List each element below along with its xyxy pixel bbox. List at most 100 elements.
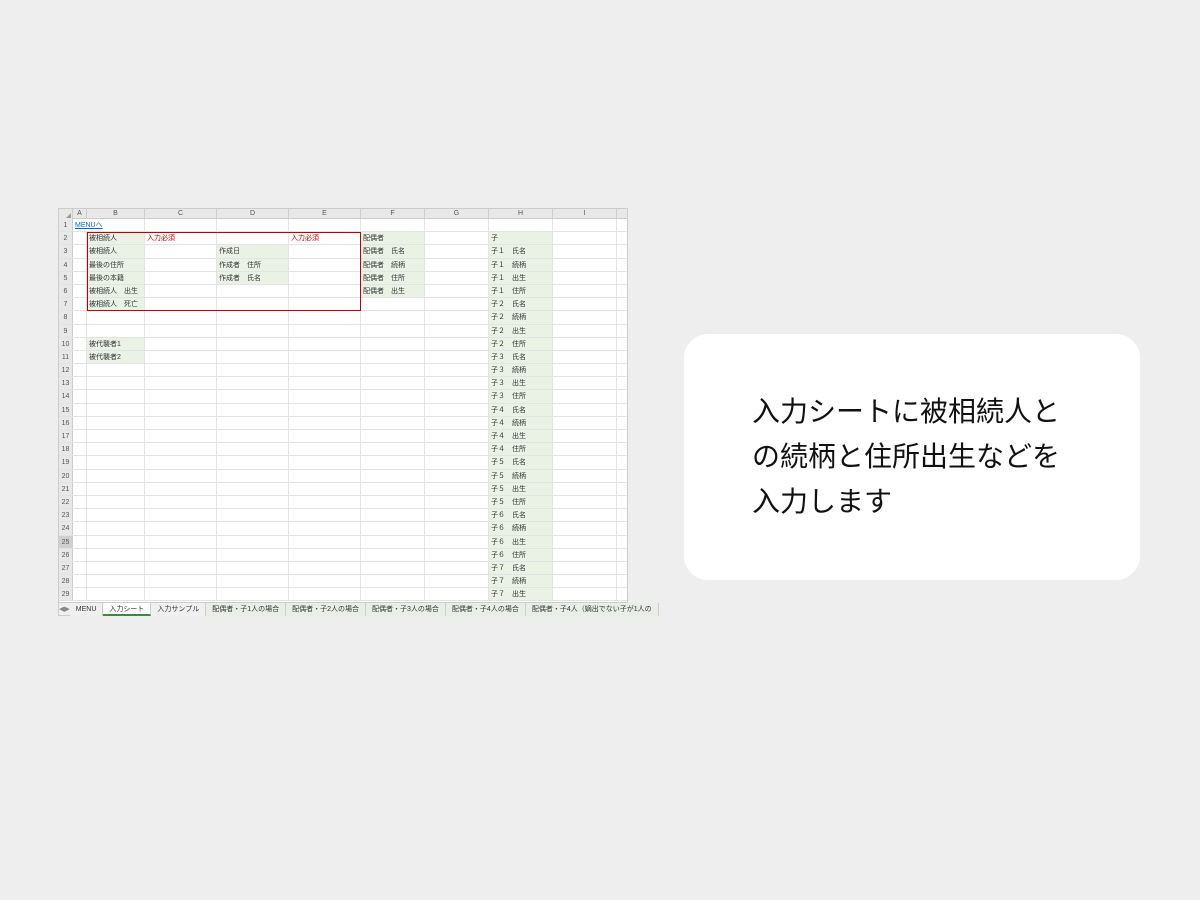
cell-G7[interactable]: [425, 298, 489, 310]
cell-B3[interactable]: 被相続人: [87, 245, 145, 257]
cell-D11[interactable]: [217, 351, 289, 363]
row-header-16[interactable]: 16: [59, 417, 73, 429]
cell-C7[interactable]: [145, 298, 217, 310]
cell-A29[interactable]: [73, 588, 87, 600]
cell-A22[interactable]: [73, 496, 87, 508]
cell-G8[interactable]: [425, 311, 489, 323]
cell-F9[interactable]: [361, 325, 425, 337]
row-header-3[interactable]: 3: [59, 245, 73, 257]
cell-G14[interactable]: [425, 390, 489, 402]
cell-I20[interactable]: [553, 470, 617, 482]
sheet-tab-7[interactable]: 配偶者・子4人（嫡出でない子が1人の: [526, 603, 659, 616]
cell-H1[interactable]: [489, 219, 553, 231]
cell-A3[interactable]: [73, 245, 87, 257]
cell-B26[interactable]: [87, 549, 145, 561]
row-header-12[interactable]: 12: [59, 364, 73, 376]
cell-D8[interactable]: [217, 311, 289, 323]
cell-E10[interactable]: [289, 338, 361, 350]
cell-G19[interactable]: [425, 456, 489, 468]
cell-G17[interactable]: [425, 430, 489, 442]
cell-G2[interactable]: [425, 232, 489, 244]
cell-D25[interactable]: [217, 536, 289, 548]
cell-H21[interactable]: 子５ 出生: [489, 483, 553, 495]
cell-D9[interactable]: [217, 325, 289, 337]
cell-B10[interactable]: 被代襲者1: [87, 338, 145, 350]
cell-C20[interactable]: [145, 470, 217, 482]
cell-I28[interactable]: [553, 575, 617, 587]
sheet-tab-6[interactable]: 配偶者・子4人の場合: [446, 603, 526, 616]
row-header-2[interactable]: 2: [59, 232, 73, 244]
cell-A6[interactable]: [73, 285, 87, 297]
cell-D21[interactable]: [217, 483, 289, 495]
cell-D14[interactable]: [217, 390, 289, 402]
sheet-tab-2[interactable]: 入力サンプル: [151, 603, 206, 616]
cell-C24[interactable]: [145, 522, 217, 534]
cell-I1[interactable]: [553, 219, 617, 231]
cell-B29[interactable]: [87, 588, 145, 600]
cell-E15[interactable]: [289, 404, 361, 416]
cell-E19[interactable]: [289, 456, 361, 468]
cell-I5[interactable]: [553, 272, 617, 284]
cell-E27[interactable]: [289, 562, 361, 574]
cell-D6[interactable]: [217, 285, 289, 297]
cell-E28[interactable]: [289, 575, 361, 587]
cell-F20[interactable]: [361, 470, 425, 482]
cell-E23[interactable]: [289, 509, 361, 521]
cell-G12[interactable]: [425, 364, 489, 376]
cell-H12[interactable]: 子３ 続柄: [489, 364, 553, 376]
cell-I10[interactable]: [553, 338, 617, 350]
cell-F25[interactable]: [361, 536, 425, 548]
cell-E3[interactable]: [289, 245, 361, 257]
cell-F6[interactable]: 配偶者 出生: [361, 285, 425, 297]
cell-D3[interactable]: 作成日: [217, 245, 289, 257]
cell-A23[interactable]: [73, 509, 87, 521]
cell-D4[interactable]: 作成者 住所: [217, 259, 289, 271]
row-header-15[interactable]: 15: [59, 404, 73, 416]
cell-B19[interactable]: [87, 456, 145, 468]
cell-C6[interactable]: [145, 285, 217, 297]
cell-I15[interactable]: [553, 404, 617, 416]
cell-C11[interactable]: [145, 351, 217, 363]
cell-C8[interactable]: [145, 311, 217, 323]
cell-C22[interactable]: [145, 496, 217, 508]
cell-F16[interactable]: [361, 417, 425, 429]
cell-H29[interactable]: 子７ 出生: [489, 588, 553, 600]
cell-E26[interactable]: [289, 549, 361, 561]
row-header-8[interactable]: 8: [59, 311, 73, 323]
cell-H19[interactable]: 子５ 氏名: [489, 456, 553, 468]
cell-H17[interactable]: 子４ 出生: [489, 430, 553, 442]
cell-B2[interactable]: 被相続人: [87, 232, 145, 244]
cell-G9[interactable]: [425, 325, 489, 337]
cell-F3[interactable]: 配偶者 氏名: [361, 245, 425, 257]
cell-D12[interactable]: [217, 364, 289, 376]
cell-D24[interactable]: [217, 522, 289, 534]
cell-F4[interactable]: 配偶者 続柄: [361, 259, 425, 271]
cell-A5[interactable]: [73, 272, 87, 284]
cell-H7[interactable]: 子２ 氏名: [489, 298, 553, 310]
cell-B8[interactable]: [87, 311, 145, 323]
cell-C4[interactable]: [145, 259, 217, 271]
cell-G10[interactable]: [425, 338, 489, 350]
cell-F18[interactable]: [361, 443, 425, 455]
row-header-4[interactable]: 4: [59, 259, 73, 271]
cell-B14[interactable]: [87, 390, 145, 402]
cell-I25[interactable]: [553, 536, 617, 548]
cell-H6[interactable]: 子１ 住所: [489, 285, 553, 297]
column-header-G[interactable]: G: [425, 209, 489, 219]
row-header-21[interactable]: 21: [59, 483, 73, 495]
cell-D2[interactable]: [217, 232, 289, 244]
cell-D27[interactable]: [217, 562, 289, 574]
row-header-9[interactable]: 9: [59, 325, 73, 337]
cell-C12[interactable]: [145, 364, 217, 376]
cell-F17[interactable]: [361, 430, 425, 442]
cell-A27[interactable]: [73, 562, 87, 574]
cell-E9[interactable]: [289, 325, 361, 337]
cell-F19[interactable]: [361, 456, 425, 468]
column-header-B[interactable]: B: [87, 209, 145, 219]
row-header-24[interactable]: 24: [59, 522, 73, 534]
cell-G22[interactable]: [425, 496, 489, 508]
cell-H15[interactable]: 子４ 氏名: [489, 404, 553, 416]
cell-H9[interactable]: 子２ 出生: [489, 325, 553, 337]
cell-C16[interactable]: [145, 417, 217, 429]
cell-C1[interactable]: [145, 219, 217, 231]
